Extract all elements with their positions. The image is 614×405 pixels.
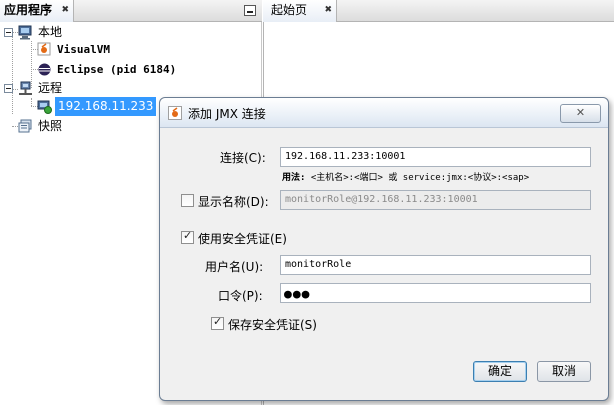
- visualvm-app-icon: [168, 106, 182, 120]
- dialog-titlebar[interactable]: 添加 JMX 连接 ✕: [160, 98, 608, 128]
- display-name-field[interactable]: monitorRole@192.168.11.233:10001: [280, 190, 591, 210]
- editor-tabbar: 起始页 ✖: [263, 0, 614, 22]
- eclipse-app-icon: [38, 63, 51, 76]
- add-jmx-connection-dialog: 添加 JMX 连接 ✕ 连接(C): 192.168.11.233:10001 …: [159, 97, 609, 401]
- snapshots-icon: [18, 119, 32, 133]
- usage-text: <主机名>:<端口> 或 service:jmx:<协议>:<sap>: [310, 173, 530, 183]
- tab-applications[interactable]: 应用程序 ✖: [0, 0, 74, 22]
- save-security-label: 保存安全凭证(S): [228, 318, 317, 332]
- tree-node-visualvm[interactable]: VisualVM: [0, 40, 140, 59]
- tree-node-remote-host-label: 192.168.11.233: [55, 97, 157, 116]
- tree-node-snapshots-label: 快照: [38, 119, 63, 133]
- close-icon: ✕: [575, 106, 586, 119]
- dialog-title: 添加 JMX 连接: [188, 107, 266, 121]
- use-security-checkbox[interactable]: [181, 229, 194, 244]
- password-field[interactable]: ●●●: [280, 283, 591, 303]
- tree-node-snapshots[interactable]: 快照: [0, 117, 120, 136]
- connection-field[interactable]: 192.168.11.233:10001: [280, 147, 591, 167]
- display-name-label: 显示名称(D):: [198, 195, 269, 209]
- remote-host-icon: [19, 81, 32, 95]
- username-label: 用户名(U):: [205, 260, 264, 274]
- display-name-checkbox[interactable]: [181, 194, 194, 207]
- connection-label: 连接(C):: [220, 151, 266, 165]
- computer-icon: [18, 25, 32, 40]
- use-security-label: 使用安全凭证(E): [198, 232, 287, 246]
- collapse-icon[interactable]: [4, 28, 13, 37]
- cancel-button[interactable]: 取消: [537, 361, 591, 382]
- connection-usage-hint: 用法: <主机名>:<端口> 或 service:jmx:<协议>:<sap>: [282, 170, 529, 183]
- tab-start-page[interactable]: 起始页 ✖: [263, 0, 337, 22]
- tab-start-page-label: 起始页: [271, 3, 308, 17]
- close-icon[interactable]: ✖: [61, 0, 69, 21]
- close-icon[interactable]: ✖: [324, 0, 332, 21]
- dialog-close-button[interactable]: ✕: [560, 104, 601, 123]
- tree-node-remote[interactable]: 远程: [0, 79, 120, 98]
- save-security-checkbox[interactable]: [211, 315, 224, 330]
- ok-button[interactable]: 确定: [473, 361, 527, 382]
- tree-node-eclipse-label: Eclipse (pid 6184): [57, 63, 177, 76]
- minimize-button[interactable]: [244, 5, 256, 16]
- tree-node-visualvm-label: VisualVM: [57, 43, 110, 56]
- tree-node-remote-label: 远程: [38, 81, 63, 95]
- usage-label: 用法:: [282, 173, 306, 183]
- visualvm-app-icon: [37, 42, 51, 56]
- password-label: 口令(P):: [218, 289, 263, 303]
- remote-host-connected-icon: [37, 100, 52, 114]
- tab-applications-label: 应用程序: [4, 3, 53, 17]
- collapse-icon[interactable]: [4, 84, 13, 93]
- username-field[interactable]: monitorRole: [280, 255, 591, 275]
- tree-node-eclipse[interactable]: Eclipse (pid 6184): [0, 60, 200, 79]
- applications-tabbar: 应用程序 ✖: [0, 0, 262, 22]
- password-mask: ●●●: [284, 287, 311, 302]
- tree-node-remote-host[interactable]: 192.168.11.233: [0, 97, 160, 116]
